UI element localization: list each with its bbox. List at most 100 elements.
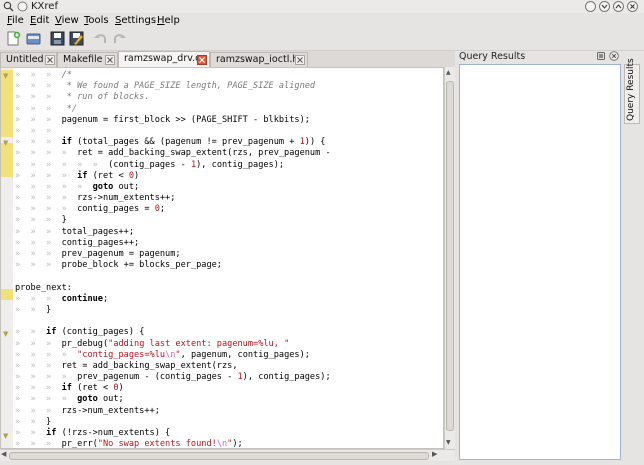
scroll-up-icon[interactable]: ▲: [446, 69, 451, 76]
code-token: pr_debug(: [61, 338, 109, 349]
code-line[interactable]: » » }: [15, 417, 440, 428]
close-tab-button[interactable]: [295, 55, 305, 65]
code-line[interactable]: probe_next:: [15, 283, 440, 294]
code-token: if: [46, 428, 57, 438]
editor-horizontal-scrollbar[interactable]: ◀ ▶: [0, 449, 455, 461]
code-token: » » »: [15, 226, 62, 237]
code-token: }: [46, 304, 52, 315]
code-line[interactable]: » » » pr_debug("adding last extent: page…: [15, 339, 440, 350]
code-line[interactable]: » » » ret = add_backing_swap_extent(rzs,: [15, 361, 440, 372]
close-tab-button[interactable]: [45, 55, 55, 65]
tab-ramzswap-ioctl-h[interactable]: ramzswap_ioctl.h: [210, 52, 308, 67]
code-line[interactable]: » » » probe_block += blocks_per_page;: [15, 260, 440, 271]
code-line[interactable]: [15, 316, 440, 327]
code-line[interactable]: » » if (contig_pages) {: [15, 327, 440, 338]
float-panel-icon[interactable]: [596, 51, 606, 61]
code-token: "No swap extents found!: [97, 439, 217, 449]
code-line[interactable]: » » » }: [15, 215, 440, 226]
tab-untitled[interactable]: Untitled: [0, 52, 57, 67]
open-file-icon[interactable]: [25, 30, 42, 47]
code-line[interactable]: » » » total_pages++;: [15, 227, 440, 238]
code-line[interactable]: » » » * run of blocks.: [15, 92, 440, 103]
change-marker: [1, 289, 13, 300]
code-line[interactable]: » » » » if (ret < 0): [15, 171, 440, 182]
menu-view[interactable]: View: [55, 14, 79, 27]
code-token: contig_pages =: [77, 204, 155, 215]
sticky-window-icon[interactable]: [17, 1, 28, 12]
help-window-button[interactable]: [585, 1, 596, 12]
code-token: (ret <: [71, 383, 114, 394]
menu-help[interactable]: Help: [157, 14, 180, 27]
code-line[interactable]: » » » if (total_pages && (pagenum != pre…: [15, 137, 440, 148]
maximize-window-button[interactable]: [613, 1, 624, 12]
code-line[interactable]: » » » » "contig_pages=%lu\n", pagenum, c…: [15, 350, 440, 361]
code-token: » » »: [15, 260, 62, 271]
code-line[interactable]: » » » » » » (contig_pages - 1), contig_p…: [15, 160, 440, 171]
code-token: rzs->num_extents++;: [61, 405, 160, 416]
minimize-window-button[interactable]: [599, 1, 610, 12]
undo-icon[interactable]: [92, 30, 109, 47]
tab-label: Untitled: [6, 54, 44, 65]
code-line[interactable]: » » if (!rzs->num_extents) {: [15, 428, 440, 439]
code-line[interactable]: » » }: [15, 305, 440, 316]
code-token: » » »: [15, 439, 62, 449]
code-line[interactable]: » » » * We found a PAGE_SIZE length, PAG…: [15, 81, 440, 92]
code-line[interactable]: » » » prev_pagenum = pagenum;: [15, 249, 440, 260]
tab-label: ramzswap_drv.c: [124, 53, 201, 64]
code-text[interactable]: » » » /*» » » * We found a PAGE_SIZE len…: [15, 70, 440, 449]
code-token: "contig_pages=%lu: [77, 349, 166, 360]
code-line[interactable]: » » » continue;: [15, 294, 440, 305]
menu-file[interactable]: File: [7, 14, 24, 27]
code-line[interactable]: [15, 271, 440, 282]
code-token: » » » » »: [15, 181, 93, 192]
redo-icon[interactable]: [111, 30, 128, 47]
save-all-icon[interactable]: [68, 30, 85, 47]
fold-marker-icon[interactable]: ▼: [3, 139, 8, 147]
scroll-down-icon[interactable]: ▼: [446, 439, 451, 446]
code-token: » »: [15, 428, 47, 438]
fold-marker-icon[interactable]: ▼: [3, 72, 8, 80]
code-line[interactable]: » » » » » goto out;: [15, 182, 440, 193]
save-icon[interactable]: [49, 30, 66, 47]
code-token: » » » »: [15, 193, 78, 204]
new-file-icon[interactable]: [5, 30, 22, 47]
fold-marker-icon[interactable]: ▼: [3, 432, 8, 440]
code-token: ): [118, 383, 124, 394]
code-line[interactable]: » » » pagenum = first_block >> (PAGE_SHI…: [15, 115, 440, 126]
close-tab-button[interactable]: [105, 55, 115, 65]
fold-marker-icon[interactable]: ▼: [3, 330, 8, 338]
code-token: » »: [15, 304, 47, 315]
query-results-side-tab[interactable]: Query Results: [624, 58, 640, 124]
tab-ramzswap-drv-c[interactable]: ramzswap_drv.c: [118, 51, 210, 67]
menu-edit[interactable]: Edit: [30, 14, 49, 27]
code-line[interactable]: » » » » rzs->num_extents++;: [15, 193, 440, 204]
code-editor[interactable]: ▼ ▼ ▼ ▼ » » » /*» » » * We found a PAGE_…: [0, 67, 444, 449]
code-line[interactable]: » » » if (ret < 0): [15, 383, 440, 394]
scrollbar-thumb[interactable]: [9, 452, 429, 460]
editor-vertical-scrollbar[interactable]: ▲ ▼: [444, 67, 455, 449]
code-token: » » »: [15, 360, 62, 371]
close-tab-button[interactable]: [197, 55, 207, 65]
code-line[interactable]: » » » pr_err("No swap extents found!\n")…: [15, 439, 440, 449]
close-window-button[interactable]: [627, 1, 638, 12]
scroll-right-icon[interactable]: ▶: [432, 450, 437, 458]
code-line[interactable]: » » » contig_pages++;: [15, 238, 440, 249]
code-line[interactable]: » » » */: [15, 104, 440, 115]
code-line[interactable]: » » » » goto out;: [15, 394, 440, 405]
menu-tools[interactable]: Tools: [84, 14, 109, 27]
close-panel-icon[interactable]: [609, 51, 619, 61]
tab-makefile[interactable]: Makefile: [57, 52, 118, 67]
code-line[interactable]: » » » » prev_pagenum - (contig_pages - 1…: [15, 372, 440, 383]
scroll-left-icon[interactable]: ◀: [1, 450, 6, 458]
code-line[interactable]: » » » » contig_pages = 0;: [15, 204, 440, 215]
code-line[interactable]: » » » /*: [15, 70, 440, 81]
scrollbar-thumb[interactable]: [446, 81, 454, 431]
code-line[interactable]: » » » » ret = add_backing_swap_extent(rz…: [15, 148, 440, 159]
code-line[interactable]: » » »: [15, 126, 440, 137]
code-token: » » »: [15, 125, 62, 136]
code-line[interactable]: » » » rzs->num_extents++;: [15, 406, 440, 417]
menu-settings[interactable]: Settings: [115, 14, 156, 27]
code-token: » » » » » »: [15, 159, 109, 170]
query-results-list[interactable]: [459, 64, 621, 460]
kxref-app-icon[interactable]: [3, 1, 14, 12]
